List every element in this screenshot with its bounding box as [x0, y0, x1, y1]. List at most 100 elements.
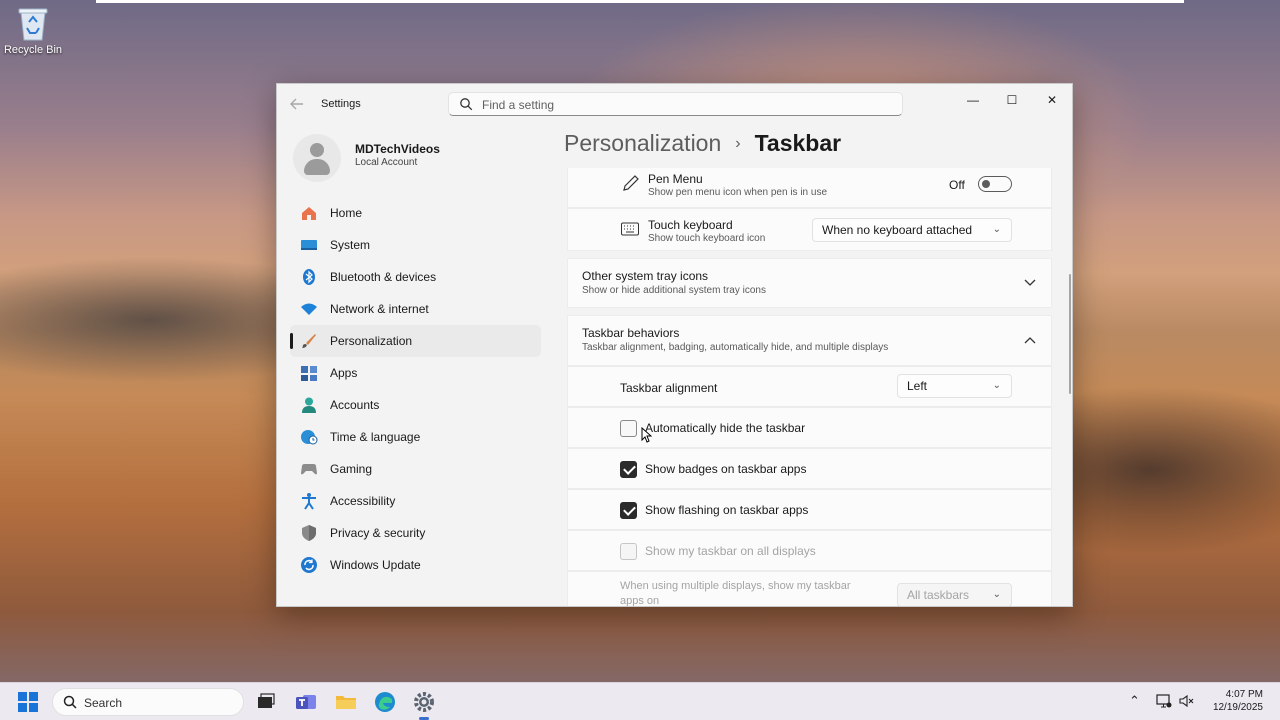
taskbar: Search ⌃ 4:07 PM 12/19/2025: [0, 682, 1280, 720]
pen-icon: [623, 175, 639, 191]
search-icon: [63, 695, 77, 709]
pen-menu-state: Off: [949, 178, 965, 192]
sidebar-item-network[interactable]: Network & internet: [290, 293, 541, 325]
taskbar-clock[interactable]: 4:07 PM 12/19/2025: [1213, 688, 1263, 714]
sidebar-item-label: Windows Update: [330, 558, 421, 572]
dropdown-value: Left: [907, 379, 928, 393]
sidebar-item-personalization[interactable]: Personalization: [290, 325, 541, 357]
sidebar-item-home[interactable]: Home: [290, 197, 541, 229]
file-explorer-icon[interactable]: [334, 690, 358, 714]
breadcrumb: Personalization › Taskbar: [564, 130, 841, 157]
taskbar-alignment-dropdown[interactable]: Left ⌄: [897, 374, 1012, 398]
sidebar-item-windows-update[interactable]: Windows Update: [290, 549, 541, 581]
sidebar-item-label: Accounts: [330, 398, 380, 412]
avatar: [293, 134, 341, 182]
sidebar-item-privacy[interactable]: Privacy & security: [290, 517, 541, 549]
shield-icon: [300, 524, 318, 542]
sidebar-item-accounts[interactable]: Accounts: [290, 389, 541, 421]
sidebar-item-gaming[interactable]: Gaming: [290, 453, 541, 485]
apps-icon: [300, 364, 318, 382]
multi-display-dropdown[interactable]: All taskbars ⌄: [897, 583, 1012, 606]
taskbar-behaviors-header[interactable]: Taskbar behaviors Taskbar alignment, bad…: [567, 315, 1052, 366]
close-button[interactable]: ✕: [1032, 88, 1072, 112]
taskbar-alignment-label: Taskbar alignment: [620, 381, 718, 395]
sidebar-item-label: Gaming: [330, 462, 373, 476]
find-setting-search[interactable]: [448, 92, 903, 116]
touch-keyboard-title: Touch keyboard: [648, 218, 733, 232]
sidebar-item-label: Time & language: [330, 430, 421, 444]
sidebar-item-label: Privacy & security: [330, 526, 426, 540]
page-title: Taskbar: [754, 130, 842, 156]
taskbar-behaviors-subtitle: Taskbar alignment, badging, automaticall…: [582, 342, 889, 353]
other-tray-icons-row[interactable]: Other system tray icons Show or hide add…: [567, 258, 1052, 308]
wifi-icon: [300, 300, 318, 318]
dropdown-value: All taskbars: [907, 588, 970, 602]
breadcrumb-parent[interactable]: Personalization: [564, 130, 721, 156]
network-status-icon[interactable]: [1156, 693, 1172, 712]
show-flashing-row: Show flashing on taskbar apps: [567, 489, 1052, 530]
maximize-button[interactable]: ☐: [992, 88, 1032, 112]
show-badges-checkbox[interactable]: [620, 461, 637, 478]
vertical-scrollbar[interactable]: [1069, 274, 1071, 394]
sidebar-item-bluetooth[interactable]: Bluetooth & devices: [290, 261, 541, 293]
title-bar: Settings — ☐ ✕: [277, 84, 1072, 124]
minimize-glyph: —: [967, 93, 979, 107]
taskbar-search[interactable]: Search: [52, 688, 244, 716]
all-displays-checkbox[interactable]: [620, 543, 637, 560]
update-icon: [300, 556, 318, 574]
show-flashing-label: Show flashing on taskbar apps: [645, 503, 809, 517]
breadcrumb-separator: ›: [735, 135, 741, 152]
multi-display-label-line1: When using multiple displays, show my ta…: [620, 580, 851, 592]
chevron-down-icon: ⌄: [992, 224, 1001, 235]
recycle-bin-icon: [16, 4, 50, 42]
taskbar-behaviors-title: Taskbar behaviors: [582, 326, 680, 340]
other-tray-subtitle: Show or hide additional system tray icon…: [582, 285, 766, 296]
search-input[interactable]: [482, 96, 882, 113]
recycle-bin-label: Recycle Bin: [3, 44, 63, 56]
sidebar-item-label: Personalization: [330, 334, 413, 348]
pen-menu-title: Pen Menu: [648, 172, 703, 186]
dropdown-value: When no keyboard attached: [822, 223, 973, 237]
tray-overflow-chevron[interactable]: ⌃: [1129, 693, 1140, 709]
task-view-icon[interactable]: [254, 690, 278, 714]
close-glyph: ✕: [1046, 93, 1058, 107]
settings-icon[interactable]: [412, 690, 436, 720]
recycle-bin-desktop-icon[interactable]: Recycle Bin: [2, 4, 64, 56]
pen-menu-row: Pen Menu Show pen menu icon when pen is …: [567, 168, 1052, 208]
sidebar-item-time-language[interactable]: Time & language: [290, 421, 541, 453]
pen-menu-subtitle: Show pen menu icon when pen is in use: [648, 187, 828, 198]
show-flashing-checkbox[interactable]: [620, 502, 637, 519]
show-badges-label: Show badges on taskbar apps: [645, 462, 807, 476]
person-icon: [300, 396, 318, 414]
multi-display-row: When using multiple displays, show my ta…: [567, 571, 1052, 606]
accessibility-icon: [300, 492, 318, 510]
all-displays-label: Show my taskbar on all displays: [645, 544, 816, 558]
windows-start-icon[interactable]: [18, 692, 38, 712]
back-arrow-icon[interactable]: [289, 96, 305, 112]
brush-icon: [300, 332, 318, 350]
teams-icon[interactable]: [294, 690, 318, 714]
auto-hide-row: Automatically hide the taskbar: [567, 407, 1052, 448]
gamepad-icon: [300, 460, 318, 478]
profile-name: MDTechVideos: [355, 142, 440, 156]
chevron-down-icon: ⌄: [992, 589, 1001, 600]
sidebar-item-accessibility[interactable]: Accessibility: [290, 485, 541, 517]
pen-menu-toggle[interactable]: [978, 176, 1012, 192]
edge-icon[interactable]: [373, 690, 397, 714]
minimize-button[interactable]: —: [953, 88, 993, 112]
sidebar-item-system[interactable]: System: [290, 229, 541, 261]
search-icon: [460, 98, 473, 111]
touch-keyboard-dropdown[interactable]: When no keyboard attached ⌄: [812, 218, 1012, 242]
taskbar-search-label: Search: [84, 696, 123, 710]
sidebar-item-label: Bluetooth & devices: [330, 270, 437, 284]
volume-muted-icon[interactable]: [1178, 693, 1194, 712]
maximize-glyph: ☐: [1006, 93, 1018, 107]
sidebar-item-apps[interactable]: Apps: [290, 357, 541, 389]
auto-hide-checkbox[interactable]: [620, 420, 637, 437]
sidebar-item-label: Apps: [330, 366, 358, 380]
profile-account-type: Local Account: [355, 157, 418, 168]
top-edge-strip: [96, 0, 1184, 3]
sidebar-item-label: Accessibility: [330, 494, 396, 508]
sidebar-item-label: Home: [330, 206, 363, 220]
auto-hide-label: Automatically hide the taskbar: [645, 421, 806, 435]
